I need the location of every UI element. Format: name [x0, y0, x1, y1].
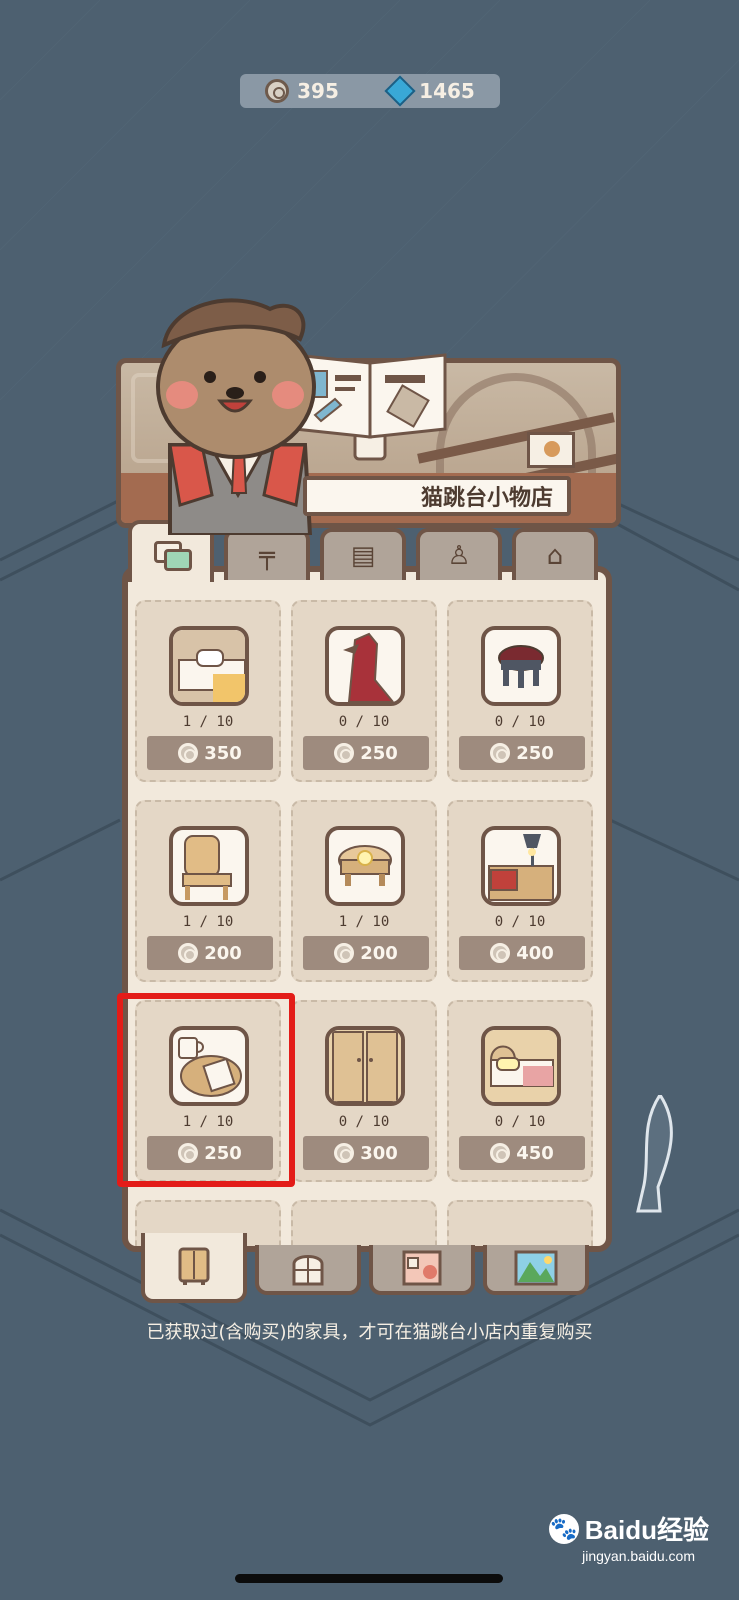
owned-count: 1 / 10 [182, 914, 234, 930]
stool-icon [481, 626, 561, 706]
table-icon: ╤ [259, 541, 275, 571]
coin-icon [334, 1143, 355, 1163]
table-icon [325, 826, 405, 906]
item-card-wardrobe[interactable]: 0 / 10 300 [291, 1000, 437, 1182]
bed-icon [481, 1026, 561, 1106]
price-value: 350 [204, 742, 242, 764]
cat-tail-decoration [636, 1095, 673, 1213]
price-button[interactable]: 350 [147, 736, 273, 770]
tab-cabinet[interactable]: ▤ [320, 528, 406, 580]
gem-icon [384, 75, 416, 107]
price-button[interactable]: 200 [303, 936, 429, 970]
price-button[interactable]: 200 [147, 936, 273, 970]
item-card-flower-table[interactable]: 1 / 10 200 [291, 800, 437, 982]
coin-count: 395 [297, 79, 339, 103]
item-card-cat-tower[interactable]: 0 / 10 250 [291, 600, 437, 782]
tab-furniture[interactable] [141, 1233, 247, 1303]
currency-bar: 395 1465 [240, 74, 500, 108]
coin-icon [490, 943, 511, 963]
coin-icon [178, 943, 199, 963]
lamp-icon [481, 826, 561, 906]
owned-count: 0 / 10 [494, 1114, 546, 1130]
shop-title: 猫跳台小物店 [303, 476, 571, 516]
item-card-lamp-desk[interactable]: 0 / 10 400 [447, 800, 593, 982]
shopkeeper-mascot [156, 298, 316, 535]
coin-balance: 395 [265, 79, 339, 103]
watermark-brand: Baidu经验 [584, 1515, 709, 1545]
price-button[interactable]: 300 [303, 1136, 429, 1170]
coin-icon [490, 1143, 511, 1163]
bed-icon: ⌂ [546, 541, 564, 571]
price-value: 300 [360, 1142, 398, 1164]
shop-note: 已获取过(含购买)的家具，才可在猫跳台小店内重复购买 [146, 1322, 593, 1343]
owned-count: 0 / 10 [338, 1114, 390, 1130]
owned-count: 0 / 10 [494, 914, 546, 930]
gem-balance: 1465 [384, 75, 475, 107]
category-all-icon [154, 541, 192, 571]
owned-count: 1 / 10 [182, 714, 234, 730]
bed-icon [169, 626, 249, 706]
baidu-watermark: 🐾 Baidu经验 [548, 1510, 709, 1547]
price-value: 250 [516, 742, 554, 764]
highlight-box [117, 993, 295, 1187]
price-button[interactable]: 250 [303, 736, 429, 770]
home-indicator[interactable] [235, 1574, 503, 1583]
coin-icon [334, 743, 355, 763]
coin-icon [334, 943, 355, 963]
price-value: 200 [204, 942, 242, 964]
coin-icon [265, 79, 290, 103]
tab-bed[interactable]: ⌂ [512, 528, 598, 580]
paw-logo-icon: 🐾 [548, 1513, 579, 1544]
cat-tower-icon [325, 626, 405, 706]
wardrobe-icon [325, 1026, 405, 1106]
item-card-small-bed[interactable]: 0 / 10 450 [447, 1000, 593, 1182]
price-button[interactable]: 250 [459, 736, 585, 770]
window-icon [292, 1255, 324, 1286]
price-value: 250 [360, 742, 398, 764]
coin-icon [178, 743, 199, 763]
chair-icon [169, 826, 249, 906]
price-button[interactable]: 450 [459, 1136, 585, 1170]
tab-window[interactable] [255, 1245, 361, 1295]
item-card-wooden-chair[interactable]: 1 / 10 200 [135, 800, 281, 982]
framed-picture [527, 432, 575, 468]
wallpaper-icon [402, 1250, 442, 1286]
price-value: 400 [516, 942, 554, 964]
item-card-round-stool[interactable]: 0 / 10 250 [447, 600, 593, 782]
tab-table[interactable]: ╤ [224, 528, 310, 580]
item-card-bed[interactable]: 1 / 10 350 [135, 600, 281, 782]
price-value: 200 [360, 942, 398, 964]
chair-icon: ♙ [447, 541, 471, 571]
scenery-icon [514, 1250, 558, 1286]
price-button[interactable]: 400 [459, 936, 585, 970]
owned-count: 1 / 10 [338, 914, 390, 930]
gem-count: 1465 [419, 79, 475, 103]
tab-chair[interactable]: ♙ [416, 528, 502, 580]
owned-count: 0 / 10 [338, 714, 390, 730]
tab-wallpaper[interactable] [369, 1245, 475, 1295]
coin-icon [490, 743, 511, 763]
cabinet-icon: ▤ [350, 541, 376, 571]
price-value: 450 [516, 1142, 554, 1164]
wardrobe-icon [178, 1247, 210, 1285]
owned-count: 0 / 10 [494, 714, 546, 730]
tab-scenery[interactable] [483, 1245, 589, 1295]
section-tabs [137, 1233, 597, 1305]
watermark-site: jingyan.baidu.com [582, 1548, 695, 1564]
